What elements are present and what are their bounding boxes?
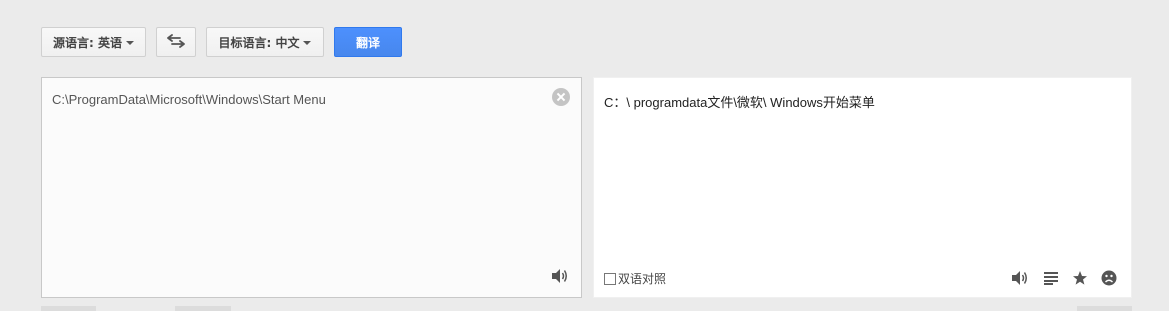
source-language-label: 源语言: 英语	[53, 35, 122, 50]
target-language-label: 目标语言: 中文	[218, 35, 300, 50]
bilingual-toggle[interactable]: 双语对照	[604, 270, 666, 287]
sad-face-icon[interactable]	[1100, 269, 1118, 287]
star-icon[interactable]	[1071, 269, 1089, 287]
speaker-icon[interactable]	[1011, 269, 1029, 287]
target-language-dropdown[interactable]: 目标语言: 中文	[206, 27, 324, 57]
source-language-dropdown[interactable]: 源语言: 英语	[41, 27, 146, 57]
list-icon[interactable]	[1042, 269, 1060, 287]
speaker-icon[interactable]	[551, 267, 569, 285]
footer-divider	[175, 306, 231, 311]
source-text-input[interactable]: C:\ProgramData\Microsoft\Windows\Start M…	[52, 92, 326, 107]
chevron-down-icon	[303, 40, 312, 45]
bilingual-label: 双语对照	[618, 272, 667, 286]
swap-languages-button[interactable]	[156, 27, 196, 57]
clear-icon[interactable]	[552, 88, 570, 106]
source-text-panel[interactable]: C:\ProgramData\Microsoft\Windows\Start M…	[41, 77, 582, 298]
footer-divider	[41, 306, 96, 311]
translation-result-panel: C：\ programdata文件\微软\ Windows开始菜单 双语对照	[593, 77, 1132, 298]
bilingual-checkbox[interactable]	[604, 272, 616, 285]
chevron-down-icon	[125, 40, 134, 45]
footer-divider	[1077, 306, 1132, 311]
swap-arrows-icon	[167, 33, 185, 51]
translation-result-text: C：\ programdata文件\微软\ Windows开始菜单	[604, 95, 875, 110]
toolbar: 源语言: 英语 目标语言: 中文 翻译	[41, 27, 402, 57]
translate-button[interactable]: 翻译	[334, 27, 402, 57]
translate-button-label: 翻译	[355, 35, 380, 50]
